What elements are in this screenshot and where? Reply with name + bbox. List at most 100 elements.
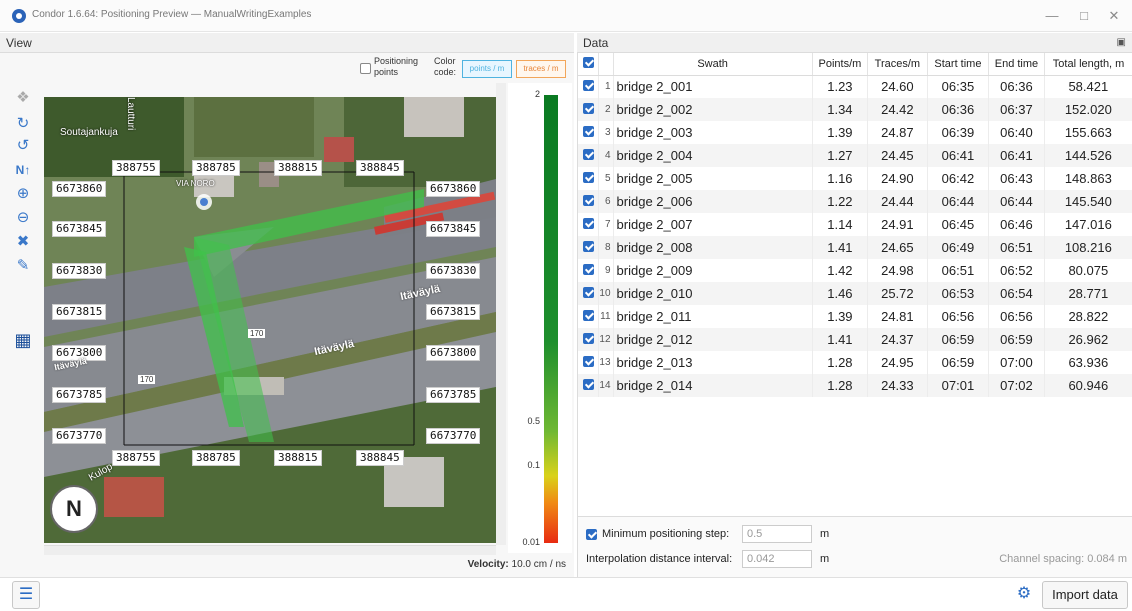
- start-time: 06:42: [927, 167, 990, 190]
- start-time: 06:59: [927, 351, 990, 374]
- positioning-points-checkbox[interactable]: [360, 63, 371, 74]
- row-checkbox-cell: [578, 75, 600, 98]
- points-per-m: 1.22: [812, 190, 869, 213]
- row-checkbox[interactable]: [582, 241, 594, 252]
- colorbar-tick: 0.01: [522, 537, 540, 547]
- table-row[interactable]: 13 bridge 2_013 1.28 24.95 06:59 07:00 63.936: [578, 351, 1132, 374]
- measure-icon[interactable]: ✎: [14, 257, 32, 275]
- color-code-label: Color code:: [434, 56, 457, 77]
- rotate-ccw-icon[interactable]: ↺: [14, 137, 32, 155]
- table-row[interactable]: 2 bridge 2_002 1.34 24.42 06:36 06:37 152.020: [578, 98, 1132, 121]
- start-time: 06:53: [927, 282, 990, 305]
- colorbar-tick: 0.1: [527, 460, 540, 470]
- min-step-checkbox[interactable]: [586, 529, 597, 540]
- pan-icon[interactable]: ❖: [14, 89, 32, 107]
- table-row[interactable]: 3 bridge 2_003 1.39 24.87 06:39 06:40 155.663: [578, 121, 1132, 144]
- row-checkbox[interactable]: [582, 310, 594, 321]
- color-code-points-button[interactable]: points / m: [462, 60, 512, 78]
- table-row[interactable]: 1 bridge 2_001 1.23 24.60 06:35 06:36 58.421: [578, 75, 1132, 98]
- data-panel: Swath Points/m Traces/m Start time End t…: [577, 53, 1132, 577]
- row-checkbox-cell: [578, 144, 600, 167]
- map-vertical-scrollbar[interactable]: [496, 83, 506, 545]
- column-header-swath[interactable]: Swath: [613, 53, 813, 76]
- maximize-button[interactable]: □: [1070, 6, 1098, 26]
- compass-icon[interactable]: N: [50, 485, 98, 533]
- column-header-points[interactable]: Points/m: [812, 53, 869, 76]
- street-label: Soutajankuja: [60, 127, 118, 138]
- colorbar-tick: 2: [534, 89, 540, 99]
- close-button[interactable]: ✕: [1100, 6, 1128, 26]
- row-index: 12: [598, 328, 614, 351]
- table-row[interactable]: 12 bridge 2_012 1.41 24.37 06:59 06:59 26.962: [578, 328, 1132, 351]
- row-checkbox[interactable]: [582, 333, 594, 344]
- points-per-m: 1.41: [812, 236, 869, 259]
- start-time: 06:51: [927, 259, 990, 282]
- column-header-total-length[interactable]: Total length, m: [1044, 53, 1132, 76]
- column-header-end-time[interactable]: End time: [988, 53, 1045, 76]
- rotate-cw-icon[interactable]: ↻: [14, 115, 32, 133]
- colorbar-panel: 2 0.5 0.1 0.01: [508, 83, 572, 553]
- undock-icon[interactable]: ▣: [1117, 33, 1126, 53]
- import-data-button[interactable]: Import data: [1042, 581, 1128, 609]
- end-time: 06:44: [988, 190, 1045, 213]
- table-row[interactable]: 9 bridge 2_009 1.42 24.98 06:51 06:52 80.075: [578, 259, 1132, 282]
- select-all-header[interactable]: [578, 53, 600, 76]
- zoom-out-icon[interactable]: ⊖: [14, 209, 32, 227]
- table-row[interactable]: 4 bridge 2_004 1.27 24.45 06:41 06:41 144.526: [578, 144, 1132, 167]
- zoom-extent-icon[interactable]: ✖: [14, 233, 32, 251]
- window-title: Condor 1.6.64: Positioning Preview — Man…: [32, 9, 312, 20]
- row-checkbox[interactable]: [582, 80, 594, 92]
- table-row[interactable]: 6 bridge 2_006 1.22 24.44 06:44 06:44 145.540: [578, 190, 1132, 213]
- column-header-start-time[interactable]: Start time: [927, 53, 990, 76]
- colorbar-tick: 0.5: [527, 416, 540, 426]
- row-checkbox[interactable]: [582, 149, 594, 160]
- start-time: 06:45: [927, 213, 990, 236]
- traces-per-m: 24.60: [867, 75, 928, 98]
- table-row[interactable]: 8 bridge 2_008 1.41 24.65 06:49 06:51 108.216: [578, 236, 1132, 259]
- end-time: 06:46: [988, 213, 1045, 236]
- end-time: 06:41: [988, 144, 1045, 167]
- row-checkbox-cell: [578, 374, 600, 397]
- street-label: Lautturi: [125, 97, 136, 131]
- row-checkbox[interactable]: [582, 264, 594, 275]
- data-footer: Minimum positioning step: 0.5 m Interpol…: [578, 516, 1132, 577]
- grid-y-label: 6673815: [52, 304, 107, 320]
- north-up-icon[interactable]: N↑: [14, 161, 32, 179]
- total-length: 80.075: [1044, 259, 1132, 282]
- road-number-label: 170: [138, 375, 156, 384]
- table-row[interactable]: 11 bridge 2_011 1.39 24.81 06:56 06:56 28.822: [578, 305, 1132, 328]
- interp-input[interactable]: 0.042: [742, 550, 812, 568]
- row-checkbox[interactable]: [582, 195, 594, 206]
- row-checkbox[interactable]: [582, 103, 594, 114]
- column-header-traces[interactable]: Traces/m: [867, 53, 928, 76]
- row-checkbox[interactable]: [582, 379, 594, 390]
- map-view[interactable]: 388755 388785 388815 388845 388755 38878…: [44, 97, 496, 543]
- zoom-in-icon[interactable]: ⊕: [14, 185, 32, 203]
- table-row[interactable]: 14 bridge 2_014 1.28 24.33 07:01 07:02 60.946: [578, 374, 1132, 397]
- row-checkbox[interactable]: [582, 356, 594, 367]
- table-row[interactable]: 7 bridge 2_007 1.14 24.91 06:45 06:46 147.016: [578, 213, 1132, 236]
- grid-x-label: 388785: [192, 160, 240, 176]
- row-checkbox[interactable]: [582, 218, 594, 229]
- row-index: 10: [598, 282, 614, 305]
- grid-y-label: 6673770: [52, 428, 107, 444]
- street-label: VIA NORO: [176, 179, 215, 188]
- minimize-button[interactable]: —: [1038, 6, 1066, 26]
- settings-sliders-icon[interactable]: ☰: [12, 581, 40, 609]
- layers-icon[interactable]: ▦: [14, 331, 32, 349]
- color-code-traces-button[interactable]: traces / m: [516, 60, 566, 78]
- total-length: 63.936: [1044, 351, 1132, 374]
- table-row[interactable]: 10 bridge 2_010 1.46 25.72 06:53 06:54 28.771: [578, 282, 1132, 305]
- total-length: 108.216: [1044, 236, 1132, 259]
- select-all-checkbox[interactable]: [582, 56, 594, 68]
- table-row[interactable]: 5 bridge 2_005 1.16 24.90 06:42 06:43 148.863: [578, 167, 1132, 190]
- map-horizontal-scrollbar[interactable]: [44, 545, 496, 555]
- gear-icon[interactable]: ⚙: [1014, 584, 1034, 604]
- traces-per-m: 24.87: [867, 121, 928, 144]
- min-step-input[interactable]: 0.5: [742, 525, 812, 543]
- row-checkbox[interactable]: [582, 126, 594, 137]
- end-time: 06:36: [988, 75, 1045, 98]
- row-checkbox[interactable]: [582, 172, 594, 183]
- interp-unit: m: [820, 553, 830, 565]
- row-checkbox[interactable]: [582, 287, 594, 298]
